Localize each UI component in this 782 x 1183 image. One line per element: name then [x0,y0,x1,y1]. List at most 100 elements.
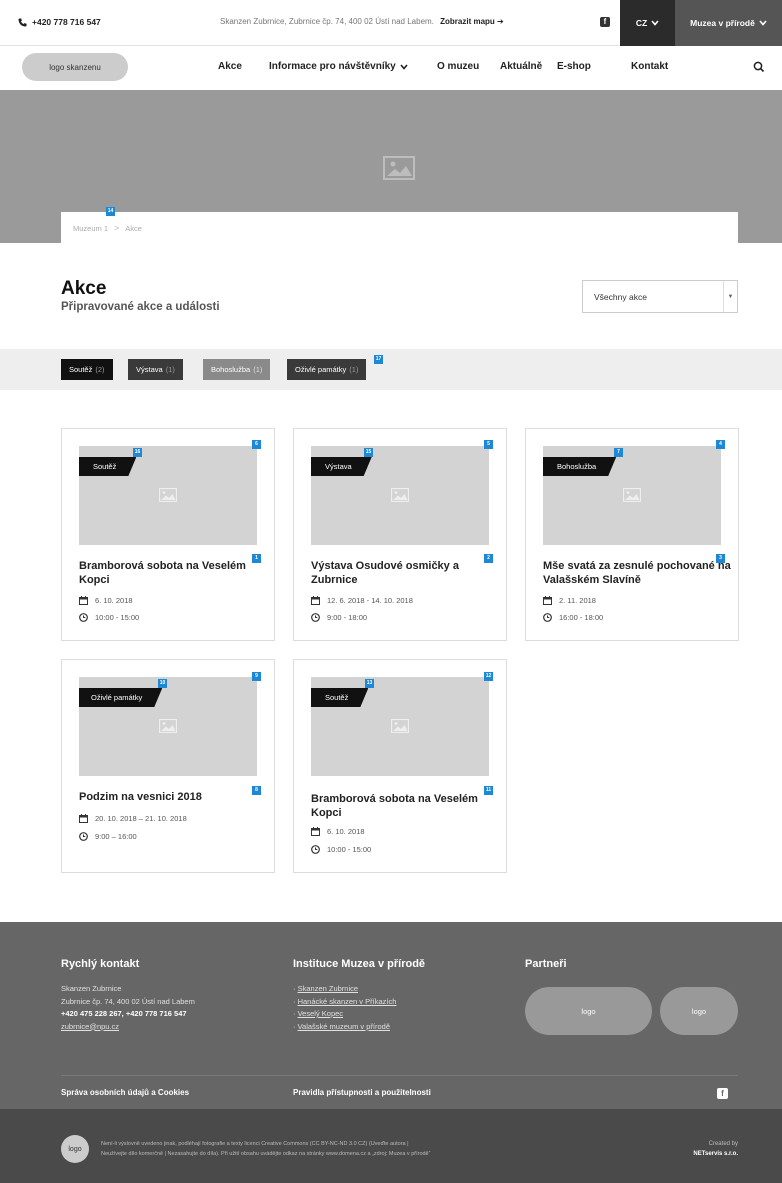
accessibility-link[interactable]: Pravidla přístupnosti a použitelnosti [293,1088,431,1097]
nav-item-informace[interactable]: Informace pro návštěvníky [269,61,408,72]
footer-logo-text: logo [68,1145,82,1153]
badge-5: 5 [484,440,493,449]
institution-link[interactable]: Veselý Kopec [298,1009,343,1018]
category-label: Soutěž [93,462,117,471]
created-by-link[interactable]: NETservis s.r.o. [693,1151,738,1157]
nav-label: Informace pro návštěvníky [269,61,396,72]
image-placeholder-icon [623,488,641,502]
filter-label: Oživlé památky [295,365,347,374]
privacy-link[interactable]: Správa osobních údajů a Cookies [61,1088,189,1097]
image-placeholder-icon [383,156,415,180]
nav-item-aktualne[interactable]: Aktuálně [500,61,542,72]
address: Skanzen Zubrnice, Zubrnice čp. 74, 400 0… [220,17,504,26]
badge-12: 12 [484,672,493,681]
page-title: Akce [61,278,107,299]
calendar-icon [543,596,552,605]
badge-10: 10 [158,679,167,688]
language-label: CZ [635,18,648,28]
event-date: 20. 10. 2018 – 21. 10. 2018 [79,814,187,823]
date-text: 12. 6. 2018 - 14. 10. 2018 [327,596,413,605]
nav-item-akce[interactable]: Akce [218,61,242,72]
footer: Rychlý kontakt Skanzen Zubrnice Zubrnice… [0,922,782,1109]
nav-label: Akce [218,61,242,72]
phone-link[interactable]: +420 778 716 547 [18,17,101,27]
event-time: 9:00 - 18:00 [311,613,367,622]
partners-heading: Partneři [525,958,567,970]
breadcrumb-home[interactable]: Muzeum 1 [73,224,108,233]
event-card[interactable]: Soutěž Bramborová sobota na Veselém Kopc… [61,428,275,641]
category-label: Výstava [325,462,352,471]
calendar-icon [79,596,88,605]
contact-email-link[interactable]: zubrnice@npu.cz [61,1022,119,1031]
event-title[interactable]: Podzim na vesnici 2018 [79,790,259,804]
event-card[interactable]: Soutěž Bramborová sobota na Veselém Kopc… [293,659,507,873]
created-by: Created by NETservis s.r.o. [693,1139,738,1159]
time-text: 10:00 - 15:00 [95,613,140,622]
nav-item-eshop[interactable]: E-shop [557,61,591,72]
partner-logo[interactable]: logo [525,987,652,1035]
search-icon[interactable] [752,60,766,74]
filter-bar: Soutěž (2) Výstava (1) Bohoslužba (1) Oživl… [0,349,782,390]
badge-3: 3 [716,554,725,563]
calendar-icon [79,814,88,823]
clock-icon [79,613,88,622]
event-title[interactable]: Bramborová sobota na Veselém Kopci [79,559,259,587]
institution-link[interactable]: Valašské muzeum v přírodě [298,1022,390,1031]
calendar-icon [311,827,320,836]
badge-13: 13 [365,679,374,688]
chevron-right-icon: > [114,223,120,233]
nav-item-kontakt[interactable]: Kontakt [631,61,668,72]
event-title[interactable]: Výstava Osudové osmičky a Zubrnice [311,559,491,587]
event-time: 16:00 - 18:00 [543,613,603,622]
contact-block: Skanzen Zubrnice Zubrnice čp. 74, 400 02… [61,983,195,1033]
image-placeholder-icon [391,719,409,733]
filter-ozivle-pamatky[interactable]: Oživlé památky (1) [287,359,367,380]
event-card[interactable]: Bohoslužba Mše svatá za zesnulé pochovan… [525,428,739,641]
event-card[interactable]: Oživlé památky Podzim na vesnici 2018 20… [61,659,275,873]
phone-icon [18,17,27,27]
date-text: 20. 10. 2018 – 21. 10. 2018 [95,814,187,823]
category-tag: Bohoslužba [543,457,616,476]
date-text: 6. 10. 2018 [95,596,133,605]
event-title[interactable]: Bramborová sobota na Veselém Kopci [311,792,491,820]
phone-number: +420 778 716 547 [32,17,101,27]
chevron-down-icon [759,20,767,26]
category-select[interactable]: Všechny akce ▼ [582,280,738,313]
contact-address: Zubrnice čp. 74, 400 02 Ústí nad Labem [61,996,195,1006]
caret-down-icon: ▼ [723,281,737,312]
badge-9: 9 [252,672,261,681]
chevron-down-icon [400,63,408,70]
image-placeholder-icon [391,488,409,502]
image-placeholder-icon [159,488,177,502]
site-logo[interactable]: logo skanzenu [22,53,128,81]
nav-item-o-muzeu[interactable]: O muzeu [437,61,479,72]
list-item: · Hanácké skanzen v Příkazích [293,996,397,1006]
map-link[interactable]: Zobrazit mapu ➔ [440,17,504,26]
institution-link[interactable]: Hanácké skanzen v Příkazích [298,997,397,1006]
arrow-right-icon: ➔ [497,17,504,26]
partner-logo-text: logo [581,1006,596,1016]
page-subtitle: Připravované akce a události [61,301,220,313]
clock-icon [79,832,88,841]
event-title[interactable]: Mše svatá za zesnulé pochované na Valašs… [543,559,733,587]
language-switcher[interactable]: CZ [620,0,675,46]
nav-label: Aktuálně [500,61,543,72]
network-dropdown[interactable]: Muzea v přírodě [675,0,782,46]
list-item: · Veselý Kopec [293,1009,344,1018]
list-item: · Skanzen Zubrnice [293,984,359,993]
chevron-down-icon [651,20,659,26]
facebook-icon[interactable]: f [600,17,610,27]
partner-logo[interactable]: logo [660,987,738,1035]
category-tag: Oživlé památky [79,688,162,707]
filter-vystava[interactable]: Výstava (1) [128,359,183,380]
time-text: 9:00 – 16:00 [95,832,137,841]
badge-11: 11 [484,786,493,795]
facebook-icon[interactable]: f [717,1088,728,1099]
filter-bohosluzba[interactable]: Bohoslužba (1) [203,359,271,380]
filter-label: Výstava [136,365,163,374]
institution-link[interactable]: Skanzen Zubrnice [298,984,358,993]
filter-soutez[interactable]: Soutěž (2) [61,359,113,380]
event-card[interactable]: Výstava Výstava Osudové osmičky a Zubrni… [293,428,507,641]
contact-phones: +420 475 228 267, +420 778 716 547 [61,1009,187,1018]
license-line: Neužívejte dílo komerčně | Nezasahujte d… [101,1151,431,1157]
